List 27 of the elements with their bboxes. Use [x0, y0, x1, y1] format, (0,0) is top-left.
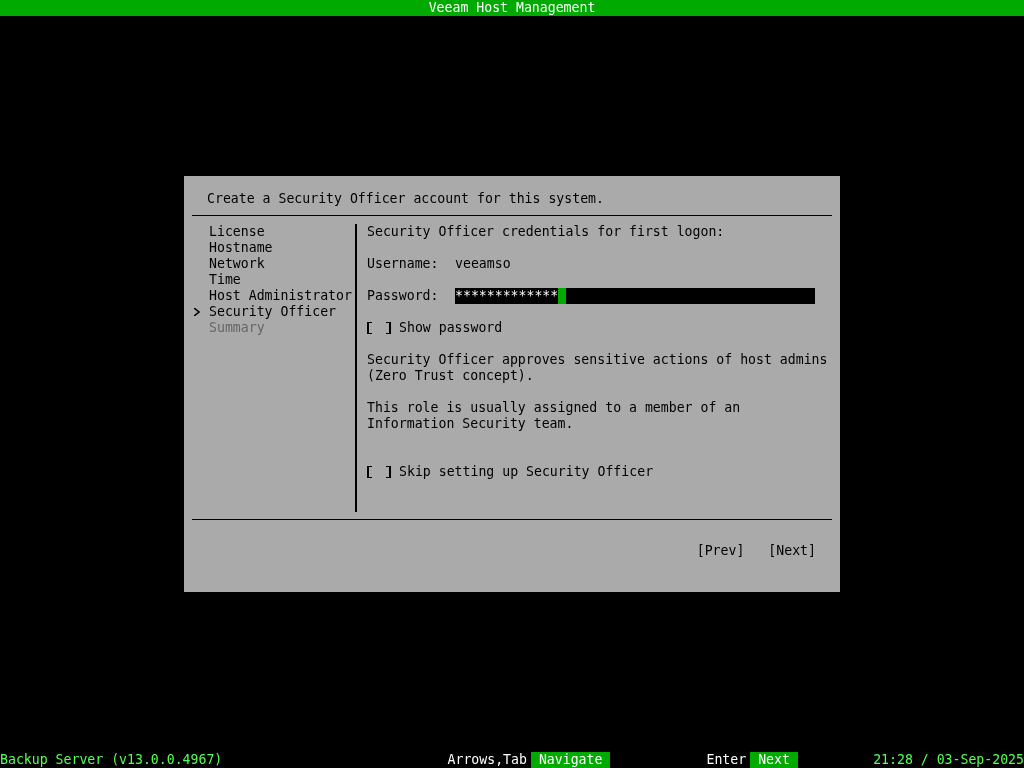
step-item[interactable]: Time: [209, 272, 241, 288]
step-item[interactable]: Security Officer: [209, 304, 337, 320]
step-item[interactable]: Hostname: [209, 240, 273, 256]
section-title: Security Officer credentials for first logon:: [367, 224, 726, 240]
action-label: Next: [750, 752, 798, 768]
checkbox-label: Skip setting up Security Officer: [399, 464, 654, 480]
nav-button[interactable]: [Next]: [768, 543, 816, 559]
action-label: Navigate: [530, 752, 611, 768]
step-item[interactable]: License: [209, 224, 265, 240]
username-label: Username:: [367, 256, 440, 272]
checkbox[interactable]: [367, 466, 391, 478]
description-text: Security Officer approves sensitive actions of host admins (Zero Trust concept).: [367, 352, 829, 384]
password-field[interactable]: *************: [455, 288, 815, 304]
step-item[interactable]: Host Administrator: [209, 288, 352, 304]
step-item[interactable]: Network: [209, 256, 265, 272]
server-version: Backup Server (v13.0.0.4967): [0, 752, 223, 768]
window-title: Veeam Host Management: [428, 0, 596, 16]
key-hint: Arrows,Tab: [447, 752, 528, 768]
date-time: 21:28 / 03-Sep-2025: [873, 752, 1024, 768]
dialog-header: Create a Security Officer account for this system.: [206, 191, 605, 207]
nav-button[interactable]: [Prev]: [696, 543, 745, 559]
description-text: This role is usually assigned to a member of an Information Security team.: [367, 400, 742, 432]
checkbox[interactable]: [367, 322, 391, 334]
password-label: Password:: [367, 288, 440, 304]
username-value: veeamso: [455, 256, 511, 272]
key-hint: Enter: [706, 752, 748, 768]
checkbox-label: Show password: [399, 320, 503, 336]
